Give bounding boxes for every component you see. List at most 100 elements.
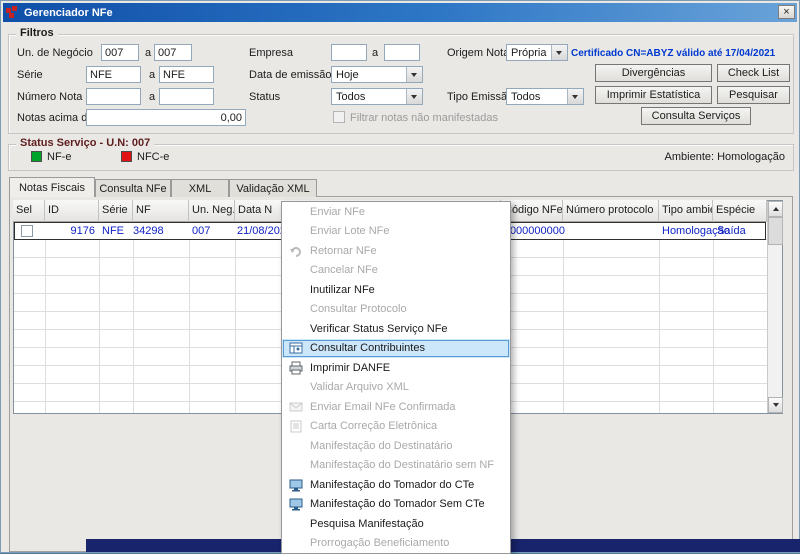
tipo-emissao-select[interactable]: Todos: [506, 88, 584, 105]
nfce-status-swatch: [121, 151, 132, 162]
tab-notas-fiscais[interactable]: Notas Fiscais: [9, 177, 95, 197]
cell-especie: Saída: [717, 225, 746, 237]
blank-icon: [286, 223, 306, 239]
menu-item-consultar-contribuintes[interactable]: Consultar Contribuintes: [282, 338, 510, 358]
nfe-status-swatch: [31, 151, 42, 162]
monitor-icon: [286, 477, 306, 493]
menu-item-manifestacao-tomador-sem-cte[interactable]: Manifestação do Tomador Sem CTe: [282, 495, 510, 515]
scroll-thumb[interactable]: [768, 217, 783, 245]
certificado-text: Certificado CN=ABYZ válido até 17/04/202…: [571, 48, 776, 59]
serie-to-input[interactable]: [159, 66, 214, 83]
status-servico-title: Status Serviço - U.N: 007: [16, 137, 155, 149]
status-label: Status: [249, 91, 281, 103]
ambiente-label: Ambiente: Homologação: [664, 151, 785, 163]
cell-serie: NFE: [102, 225, 124, 237]
close-button[interactable]: ×: [778, 5, 795, 19]
menu-item-imprimir-danfe[interactable]: Imprimir DANFE: [282, 358, 510, 378]
numero-nota-to-input[interactable]: [159, 88, 214, 105]
chevron-down-icon: [406, 67, 422, 82]
row-select-checkbox[interactable]: [21, 225, 33, 237]
letter-icon: [286, 418, 306, 434]
tab-validacao-xml[interactable]: Validação XML: [229, 179, 317, 197]
cell-id: 9176: [70, 225, 95, 237]
app-window: Gerenciador NFe × Filtros Un. de Negócio…: [0, 0, 800, 554]
menu-item-prorrogacao-beneficiamento[interactable]: Prorrogação Beneficiamento: [282, 534, 510, 554]
chevron-down-icon: [551, 45, 567, 60]
menu-item-pesquisa-manifestacao[interactable]: Pesquisa Manifestação: [282, 514, 510, 534]
menu-item-enviar-nfe[interactable]: Enviar NFe: [282, 202, 510, 222]
blank-icon: [286, 301, 306, 317]
col-header-especie[interactable]: Espécie: [713, 200, 767, 222]
monitor-icon: [286, 496, 306, 512]
menu-item-carta-correcao-eletronica[interactable]: Carta Correção Eletrônica: [282, 417, 510, 437]
origem-nota-select[interactable]: Própria: [506, 44, 568, 61]
scroll-down-button[interactable]: [768, 397, 783, 413]
divergencias-button[interactable]: Divergências: [595, 64, 712, 82]
blank-icon: [286, 457, 306, 473]
menu-item-manifestacao-destinatario[interactable]: Manifestação do Destinatário: [282, 436, 510, 456]
col-header-sel[interactable]: Sel: [13, 200, 45, 222]
menu-item-manifestacao-tomador-cte[interactable]: Manifestação do Tomador do CTe: [282, 475, 510, 495]
email-icon: [286, 399, 306, 415]
contacts-icon: [286, 340, 306, 356]
empresa-to-input[interactable]: [384, 44, 420, 61]
menu-item-manifestacao-destinatario-sem-nf[interactable]: Manifestação do Destinatário sem NF: [282, 456, 510, 476]
context-menu: Enviar NFe Enviar Lote NFe Retornar NFe …: [281, 201, 511, 554]
titlebar: Gerenciador NFe: [3, 3, 797, 22]
menu-item-verificar-status-servico-nfe[interactable]: Verificar Status Serviço NFe: [282, 319, 510, 339]
notas-acima-input[interactable]: [86, 109, 246, 126]
app-icon: [6, 6, 19, 19]
filtros-group-title: Filtros: [16, 27, 58, 39]
col-header-id[interactable]: ID: [45, 200, 99, 222]
window-title: Gerenciador NFe: [24, 6, 113, 19]
pesquisar-button[interactable]: Pesquisar: [717, 86, 790, 104]
range-sep: a: [372, 47, 379, 59]
numero-nota-from-input[interactable]: [86, 88, 141, 105]
un-negocio-from-input[interactable]: [101, 44, 139, 61]
col-header-nf[interactable]: NF: [133, 200, 189, 222]
blank-icon: [286, 204, 306, 220]
cell-un-neg: 007: [192, 225, 211, 237]
menu-item-validar-arquivo-xml[interactable]: Validar Arquivo XML: [282, 378, 510, 398]
data-emissao-label: Data de emissão: [249, 69, 332, 81]
menu-item-cancelar-nfe[interactable]: Cancelar NFe: [282, 261, 510, 281]
imprimir-estatistica-button[interactable]: Imprimir Estatística: [595, 86, 712, 104]
un-negocio-label: Un. de Negócio: [17, 47, 93, 59]
data-emissao-select[interactable]: Hoje: [331, 66, 423, 83]
scroll-up-button[interactable]: [768, 201, 783, 217]
return-icon: [286, 243, 306, 259]
menu-item-retornar-nfe[interactable]: Retornar NFe: [282, 241, 510, 261]
col-header-numero-protocolo[interactable]: Número protocolo: [563, 200, 659, 222]
filtrar-manifestadas-label: Filtrar notas não manifestadas: [350, 112, 498, 124]
tab-xml[interactable]: XML: [171, 179, 229, 197]
status-select[interactable]: Todos: [331, 88, 423, 105]
col-header-tipo-ambiente[interactable]: Tipo ambiente: [659, 200, 713, 222]
blank-icon: [286, 321, 306, 337]
consulta-servicos-button[interactable]: Consulta Serviços: [641, 107, 751, 125]
chevron-down-icon: [406, 89, 422, 104]
table-vscrollbar[interactable]: [767, 201, 783, 413]
col-header-serie[interactable]: Série: [99, 200, 133, 222]
blank-icon: [286, 282, 306, 298]
nfe-status-label: NF-e: [47, 151, 72, 163]
range-sep: a: [149, 91, 156, 103]
check-list-button[interactable]: Check List: [717, 64, 790, 82]
serie-label: Série: [17, 69, 43, 81]
empresa-from-input[interactable]: [331, 44, 367, 61]
blank-icon: [286, 438, 306, 454]
tipo-emissao-label: Tipo Emissão: [447, 91, 514, 103]
filtrar-manifestadas-checkbox[interactable]: [333, 111, 345, 123]
blank-icon: [286, 535, 306, 551]
menu-item-consultar-protocolo[interactable]: Consultar Protocolo: [282, 300, 510, 320]
serie-from-input[interactable]: [86, 66, 141, 83]
menu-item-enviar-lote-nfe[interactable]: Enviar Lote NFe: [282, 222, 510, 242]
tab-consulta-nfe[interactable]: Consulta NFe: [95, 179, 171, 197]
blank-icon: [286, 379, 306, 395]
col-header-un-neg[interactable]: Un. Neg.: [189, 200, 235, 222]
menu-item-inutilizar-nfe[interactable]: Inutilizar NFe: [282, 280, 510, 300]
empresa-label: Empresa: [249, 47, 294, 59]
un-negocio-to-input[interactable]: [154, 44, 192, 61]
range-sep: a: [149, 69, 156, 81]
cell-nf: 34298: [133, 225, 164, 237]
menu-item-enviar-email-nfe-confirmada[interactable]: Enviar Email NFe Confirmada: [282, 397, 510, 417]
